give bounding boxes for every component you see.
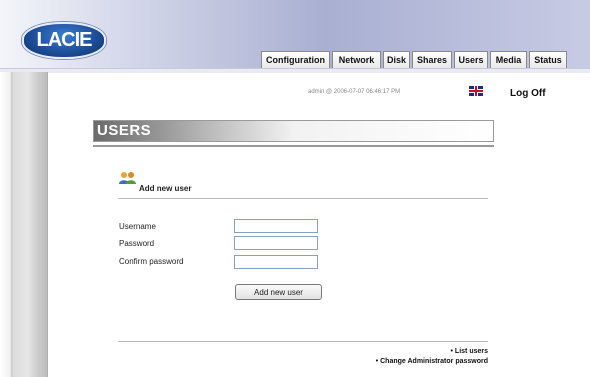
username-label: Username bbox=[119, 222, 156, 231]
tab-media[interactable]: Media bbox=[490, 51, 527, 68]
confirm-password-label: Confirm password bbox=[119, 257, 184, 266]
confirm-password-input[interactable] bbox=[234, 255, 318, 269]
page-title-banner: USERS bbox=[93, 120, 494, 142]
title-underline bbox=[93, 145, 494, 147]
change-admin-password-link[interactable]: • Change Administrator password bbox=[376, 358, 488, 365]
username-input[interactable] bbox=[234, 219, 318, 233]
tab-network[interactable]: Network bbox=[332, 51, 381, 68]
left-sidebar-decoration bbox=[0, 72, 48, 377]
tab-shares[interactable]: Shares bbox=[412, 51, 452, 68]
tab-status[interactable]: Status bbox=[529, 51, 567, 68]
add-user-section-title: Add new user bbox=[139, 184, 192, 193]
main-tabs: Configuration Network Disk Shares Users … bbox=[261, 51, 569, 70]
page-title: USERS bbox=[97, 122, 152, 139]
footer-divider bbox=[118, 341, 488, 342]
tab-users[interactable]: Users bbox=[454, 51, 488, 68]
lacie-logo: LACIE bbox=[22, 22, 106, 59]
session-status: admin @ 2006-07-07 06:46:17 PM bbox=[308, 89, 401, 95]
section-divider bbox=[118, 198, 488, 199]
uk-flag-icon[interactable] bbox=[469, 86, 483, 96]
list-users-link[interactable]: • List users bbox=[451, 348, 488, 355]
users-icon bbox=[119, 172, 136, 184]
password-input[interactable] bbox=[234, 236, 318, 250]
add-new-user-button[interactable]: Add new user bbox=[235, 284, 322, 300]
tab-configuration[interactable]: Configuration bbox=[261, 51, 330, 68]
tab-disk[interactable]: Disk bbox=[383, 51, 410, 68]
logoff-link[interactable]: Log Off bbox=[510, 88, 546, 99]
password-label: Password bbox=[119, 239, 155, 248]
logo-text: LACIE bbox=[36, 29, 93, 51]
